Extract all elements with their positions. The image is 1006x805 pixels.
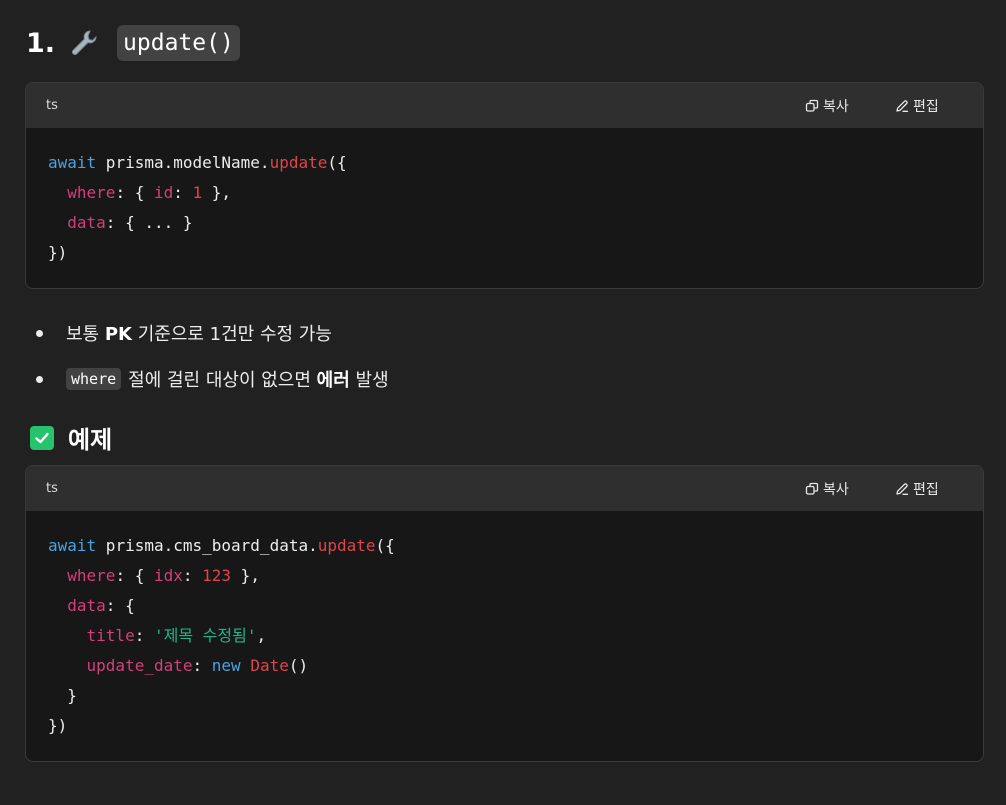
section-heading: 1. update()	[26, 22, 240, 64]
edit-button[interactable]: 편집	[895, 466, 939, 511]
code-line: where: { idx: 123 },	[67, 566, 260, 585]
copy-button[interactable]: 복사	[805, 466, 849, 511]
list-item: 보통 PK 기준으로 1건만 수정 가능	[36, 320, 332, 346]
list-item-text: 보통 PK 기준으로 1건만 수정 가능	[66, 324, 332, 345]
copy-label: 복사	[823, 481, 849, 498]
edit-button[interactable]: 편집	[895, 83, 939, 128]
pencil-icon	[896, 482, 909, 495]
code-line: await prisma.cms_board_data.update({	[48, 536, 395, 555]
code-content: await prisma.cms_board_data.update({ whe…	[26, 511, 983, 741]
code-line: })	[48, 716, 68, 735]
bullet-dot	[36, 329, 43, 337]
list-item-text: 절에 걸린 대상이 없으면 에러 발생	[128, 370, 389, 391]
code-line: where: { id: 1 },	[67, 183, 232, 202]
code-line: data: {	[67, 596, 135, 615]
inline-code: where	[66, 368, 122, 390]
copy-button[interactable]: 복사	[805, 83, 849, 128]
example-title: 예제	[68, 426, 113, 454]
code-line: title: '제목 수정됨',	[86, 626, 267, 645]
code-block: ts 복사 편집 await prisma.cms_board_data.upd…	[25, 465, 984, 762]
example-heading: 예제	[30, 420, 112, 455]
wrench-icon	[69, 28, 99, 58]
code-line: data: { ... }	[67, 213, 193, 232]
code-block-header: ts 복사 편집	[26, 83, 983, 128]
code-line: })	[48, 243, 68, 262]
code-content: await prisma.modelName.update({ where: {…	[26, 128, 983, 268]
code-line: await prisma.modelName.update({	[48, 153, 347, 172]
code-line: update_date: new Date()	[86, 656, 309, 675]
copy-icon	[805, 482, 819, 495]
check-mark-icon	[30, 425, 54, 450]
heading-number: 1.	[26, 27, 56, 59]
copy-icon	[805, 99, 819, 112]
copy-label: 복사	[823, 98, 849, 115]
heading-code: update()	[117, 25, 240, 61]
code-block: ts 복사 편집 await prisma.modelName.update({…	[25, 82, 984, 289]
code-line: }	[48, 686, 77, 705]
edit-label: 편집	[913, 98, 939, 115]
pencil-icon	[896, 99, 909, 112]
list-item: where 절에 걸린 대상이 없으면 에러 발생	[36, 365, 389, 393]
code-block-header: ts 복사 편집	[26, 466, 983, 511]
edit-label: 편집	[913, 481, 939, 498]
bullet-dot	[36, 375, 43, 383]
